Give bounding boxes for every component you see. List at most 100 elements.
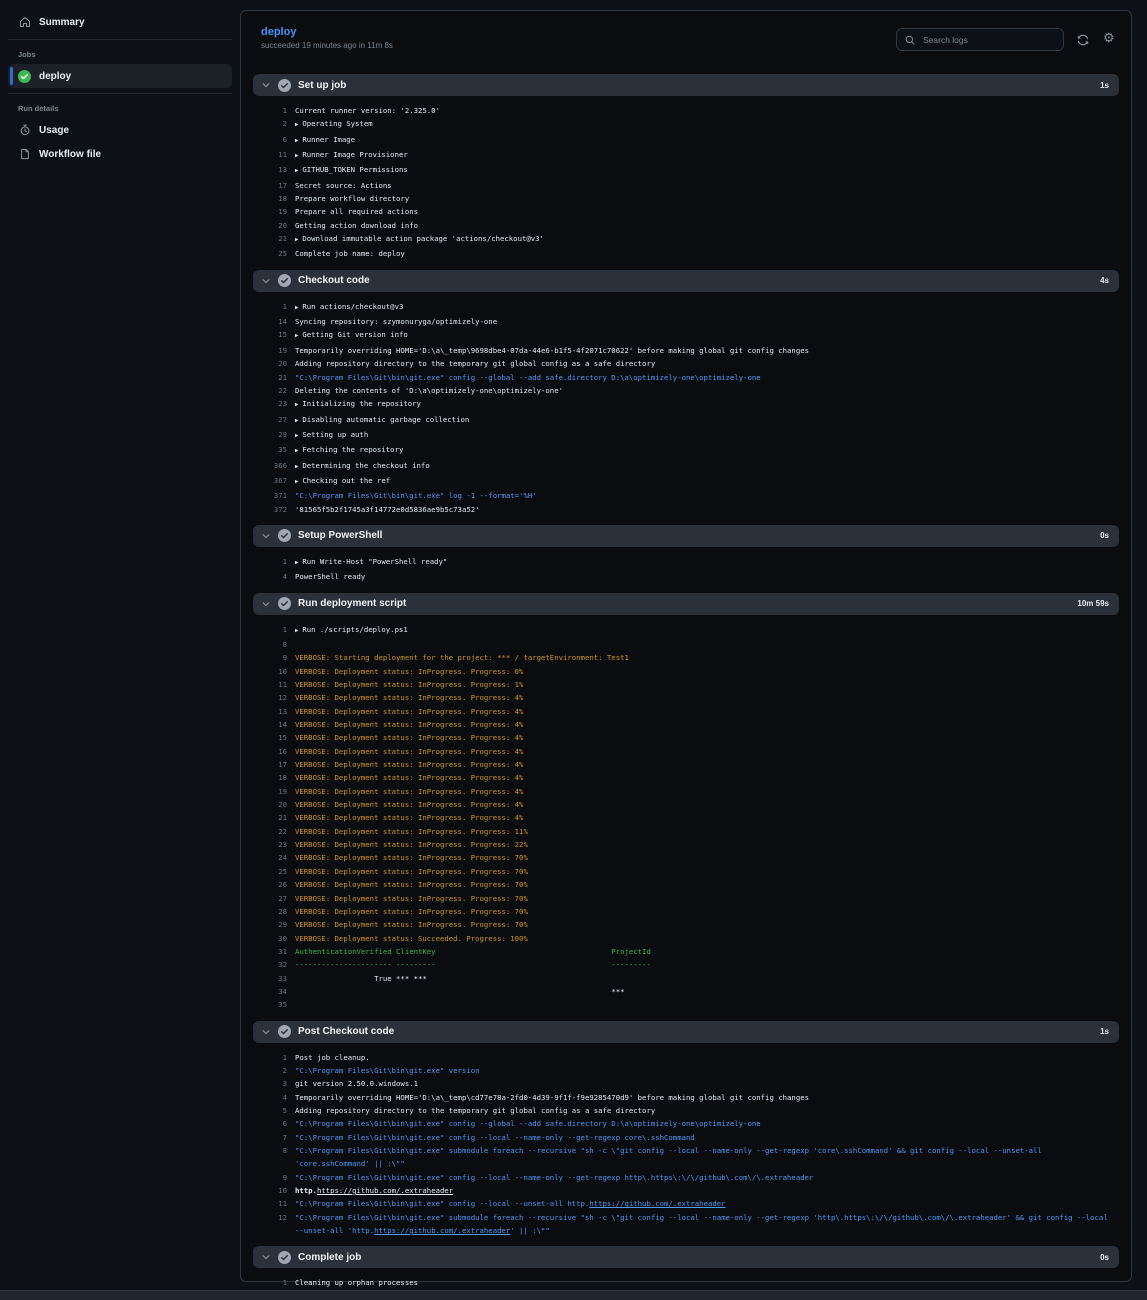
line-number[interactable]: 29 bbox=[241, 428, 287, 443]
line-number[interactable]: 2 bbox=[241, 1064, 287, 1077]
line-number[interactable]: 9 bbox=[241, 1171, 287, 1184]
refresh-icon[interactable] bbox=[1077, 34, 1089, 46]
line-number[interactable]: 6 bbox=[241, 1117, 287, 1130]
line-number[interactable]: 20 bbox=[241, 798, 287, 811]
line-number[interactable]: 14 bbox=[241, 315, 287, 328]
expand-triangle-icon[interactable]: ▶ bbox=[295, 560, 298, 566]
line-number[interactable]: 1 bbox=[241, 623, 287, 638]
line-number[interactable]: 21 bbox=[241, 232, 287, 247]
line-number[interactable]: 22 bbox=[241, 825, 287, 838]
expand-triangle-icon[interactable]: ▶ bbox=[295, 418, 298, 424]
line-number[interactable]: 20 bbox=[241, 219, 287, 232]
line-number[interactable]: 34 bbox=[241, 985, 287, 998]
section-header-run-deployment-script[interactable]: Run deployment script10m 59s bbox=[253, 593, 1119, 615]
line-number[interactable]: 1 bbox=[241, 555, 287, 570]
line-number[interactable]: 26 bbox=[241, 878, 287, 891]
line-number[interactable]: 4 bbox=[241, 570, 287, 583]
expand-triangle-icon[interactable]: ▶ bbox=[295, 628, 298, 634]
expand-triangle-icon[interactable]: ▶ bbox=[295, 153, 298, 159]
line-number[interactable]: 15 bbox=[241, 328, 287, 343]
expand-triangle-icon[interactable]: ▶ bbox=[295, 402, 298, 408]
line-number[interactable]: 21 bbox=[241, 371, 287, 384]
line-number[interactable]: 6 bbox=[241, 133, 287, 148]
expand-triangle-icon[interactable]: ▶ bbox=[295, 237, 298, 243]
line-number[interactable]: 5 bbox=[241, 1104, 287, 1117]
line-number[interactable]: 14 bbox=[241, 718, 287, 731]
line-number[interactable]: 20 bbox=[241, 357, 287, 370]
job-title-link[interactable]: deploy bbox=[261, 26, 393, 38]
section-header-post-checkout-code[interactable]: Post Checkout code1s bbox=[253, 1021, 1119, 1043]
line-number[interactable]: 371 bbox=[241, 489, 287, 502]
search-logs-input[interactable] bbox=[921, 34, 1055, 46]
expand-triangle-icon[interactable]: ▶ bbox=[295, 464, 298, 470]
line-number[interactable]: 2 bbox=[241, 117, 287, 132]
line-number[interactable]: 11 bbox=[241, 1197, 287, 1210]
line-number[interactable]: 8 bbox=[241, 1144, 287, 1171]
expand-triangle-icon[interactable]: ▶ bbox=[295, 433, 298, 439]
line-number[interactable]: 19 bbox=[241, 785, 287, 798]
line-number[interactable]: 10 bbox=[241, 1184, 287, 1197]
section-header-setup-powershell[interactable]: Setup PowerShell0s bbox=[253, 525, 1119, 547]
sidebar-item-deploy-job[interactable]: deploy bbox=[8, 64, 232, 88]
line-number[interactable]: 35 bbox=[241, 443, 287, 458]
line-number[interactable]: 367 bbox=[241, 474, 287, 489]
line-number[interactable]: 1 bbox=[241, 1276, 287, 1289]
sidebar-item-workflow-file[interactable]: Workflow file bbox=[8, 142, 232, 166]
line-number[interactable]: 18 bbox=[241, 192, 287, 205]
line-number[interactable]: 23 bbox=[241, 397, 287, 412]
line-number[interactable]: 11 bbox=[241, 148, 287, 163]
line-number[interactable]: 11 bbox=[241, 678, 287, 691]
line-number[interactable]: 12 bbox=[241, 691, 287, 704]
line-number[interactable]: 29 bbox=[241, 918, 287, 931]
line-number[interactable]: 28 bbox=[241, 905, 287, 918]
line-number[interactable]: 13 bbox=[241, 705, 287, 718]
line-number[interactable]: 18 bbox=[241, 771, 287, 784]
line-number[interactable]: 372 bbox=[241, 503, 287, 516]
line-number[interactable]: 17 bbox=[241, 179, 287, 192]
expand-triangle-icon[interactable]: ▶ bbox=[295, 122, 298, 128]
line-number[interactable]: 1 bbox=[241, 300, 287, 315]
line-number[interactable]: 9 bbox=[241, 651, 287, 664]
line-number[interactable]: 12 bbox=[241, 1211, 287, 1238]
line-number[interactable]: 25 bbox=[241, 247, 287, 260]
line-number[interactable]: 27 bbox=[241, 413, 287, 428]
line-number[interactable]: 3 bbox=[241, 1077, 287, 1090]
line-number[interactable]: 1 bbox=[241, 1051, 287, 1064]
line-number[interactable]: 19 bbox=[241, 344, 287, 357]
line-number[interactable]: 32 bbox=[241, 958, 287, 971]
line-number[interactable]: 27 bbox=[241, 892, 287, 905]
line-number[interactable]: 4 bbox=[241, 1091, 287, 1104]
line-number[interactable]: 21 bbox=[241, 811, 287, 824]
line-number[interactable]: 33 bbox=[241, 972, 287, 985]
sidebar-item-usage[interactable]: Usage bbox=[8, 118, 232, 142]
line-number[interactable]: 19 bbox=[241, 205, 287, 218]
expand-triangle-icon[interactable]: ▶ bbox=[295, 305, 298, 311]
line-number[interactable]: 366 bbox=[241, 459, 287, 474]
sidebar-item-summary[interactable]: Summary bbox=[8, 10, 232, 34]
expand-triangle-icon[interactable]: ▶ bbox=[295, 479, 298, 485]
line-number[interactable]: 16 bbox=[241, 745, 287, 758]
line-number[interactable]: 13 bbox=[241, 163, 287, 178]
expand-triangle-icon[interactable]: ▶ bbox=[295, 333, 298, 339]
line-number[interactable]: 1 bbox=[241, 104, 287, 117]
gear-icon[interactable]: ⚙ bbox=[1103, 31, 1115, 44]
expand-triangle-icon[interactable]: ▶ bbox=[295, 448, 298, 454]
line-number[interactable]: 7 bbox=[241, 1131, 287, 1144]
line-number[interactable]: 10 bbox=[241, 665, 287, 678]
section-header-checkout-code[interactable]: Checkout code4s bbox=[253, 270, 1119, 292]
line-number[interactable]: 17 bbox=[241, 758, 287, 771]
line-number[interactable]: 24 bbox=[241, 851, 287, 864]
line-number[interactable]: 31 bbox=[241, 945, 287, 958]
line-number[interactable]: 15 bbox=[241, 731, 287, 744]
line-number[interactable]: 23 bbox=[241, 838, 287, 851]
line-number[interactable]: 8 bbox=[241, 638, 287, 651]
line-number[interactable]: 35 bbox=[241, 998, 287, 1011]
section-header-complete-job[interactable]: Complete job0s bbox=[253, 1246, 1119, 1268]
line-number[interactable]: 30 bbox=[241, 932, 287, 945]
search-logs-box[interactable] bbox=[896, 28, 1064, 51]
expand-triangle-icon[interactable]: ▶ bbox=[295, 168, 298, 174]
section-header-set-up-job[interactable]: Set up job1s bbox=[253, 74, 1119, 96]
line-number[interactable]: 22 bbox=[241, 384, 287, 397]
expand-triangle-icon[interactable]: ▶ bbox=[295, 138, 298, 144]
line-number[interactable]: 25 bbox=[241, 865, 287, 878]
